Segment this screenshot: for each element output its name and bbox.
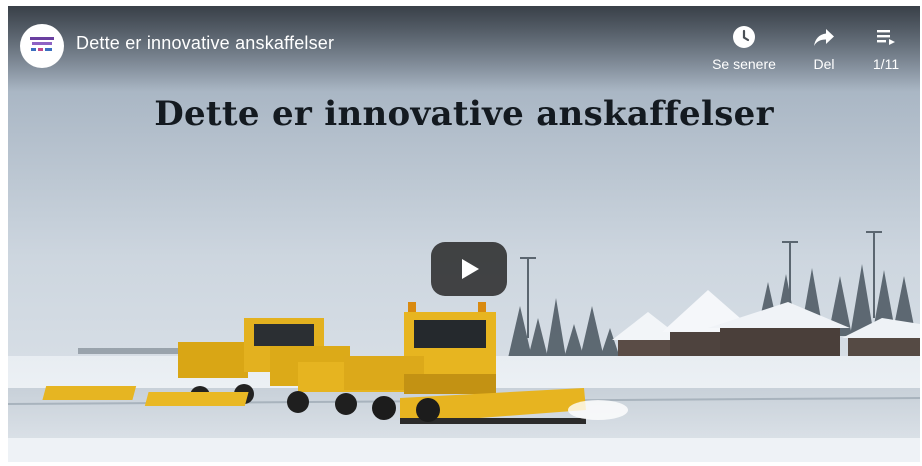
playlist-position: 1/11 xyxy=(872,56,900,72)
share-arrow-icon xyxy=(814,29,834,46)
channel-avatar[interactable] xyxy=(20,24,64,68)
playlist-button[interactable]: 1/11 xyxy=(864,24,908,72)
playlist-icon xyxy=(877,30,895,45)
play-icon xyxy=(462,259,479,279)
thumbnail-headline: Dette er innovative anskaffelser xyxy=(154,94,774,134)
video-player[interactable]: Dette er innovative anskaffelser Se sene… xyxy=(8,6,920,462)
share-label: Del xyxy=(813,56,835,72)
video-title[interactable]: Dette er innovative anskaffelser xyxy=(76,33,334,54)
clock-icon xyxy=(733,26,755,48)
watch-later-label: Se senere xyxy=(712,56,776,72)
watch-later-button[interactable]: Se senere xyxy=(708,24,780,72)
share-button[interactable]: Del xyxy=(804,24,844,72)
channel-logo-icon xyxy=(30,37,54,51)
play-button[interactable] xyxy=(431,242,507,296)
